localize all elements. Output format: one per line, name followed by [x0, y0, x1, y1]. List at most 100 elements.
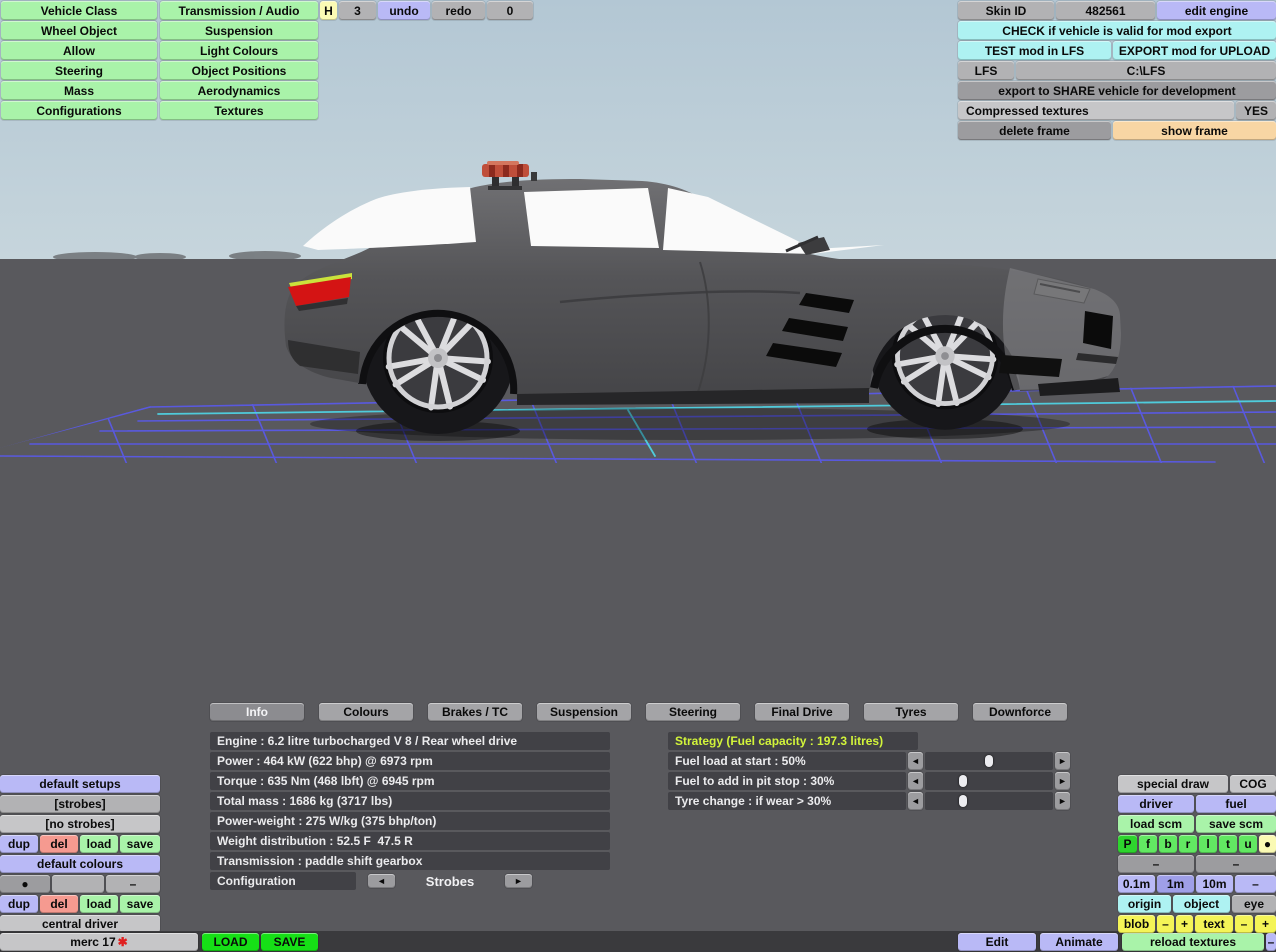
- draw-flag-t[interactable]: t: [1219, 835, 1237, 853]
- lfs-path[interactable]: C:\LFS: [1016, 61, 1276, 80]
- blob-minus-button[interactable]: –: [1157, 915, 1174, 933]
- compressed-textures-toggle[interactable]: YES: [1236, 101, 1276, 120]
- draw-flag-b[interactable]: b: [1159, 835, 1177, 853]
- grid-step-0-1m[interactable]: 0.1m: [1118, 875, 1155, 893]
- load-button[interactable]: LOAD: [202, 933, 259, 951]
- redo-button[interactable]: redo: [432, 1, 485, 20]
- setup-save-button[interactable]: save: [120, 835, 160, 853]
- check-vehicle-button[interactable]: CHECK if vehicle is valid for mod export: [958, 21, 1276, 40]
- colour-slot-empty[interactable]: [52, 875, 104, 893]
- load-scm-button[interactable]: load scm: [1118, 815, 1194, 833]
- fuel-add-increase-button[interactable]: ►: [1055, 772, 1070, 790]
- setup-load-button[interactable]: load: [80, 835, 118, 853]
- configuration-prev-button[interactable]: ◄: [368, 874, 395, 888]
- show-frame-button[interactable]: show frame: [1113, 121, 1276, 140]
- edit-mode-button[interactable]: Edit: [958, 933, 1036, 951]
- bottom-dash-button[interactable]: –: [1266, 933, 1276, 951]
- viewport-3d[interactable]: [0, 0, 1276, 952]
- setup-slot-strobes[interactable]: [strobes]: [0, 795, 160, 813]
- text-plus-button[interactable]: +: [1255, 915, 1276, 933]
- colour-save-button[interactable]: save: [120, 895, 160, 913]
- dash-left-button[interactable]: –: [1118, 855, 1194, 873]
- fuel-button[interactable]: fuel: [1196, 795, 1276, 813]
- grid-step-dash[interactable]: –: [1235, 875, 1276, 893]
- cog-button[interactable]: COG: [1230, 775, 1276, 793]
- fuel-add-slider-thumb[interactable]: [959, 775, 968, 787]
- tab-info[interactable]: Info: [210, 703, 304, 721]
- setup-del-button[interactable]: del: [40, 835, 78, 853]
- eye-button[interactable]: eye: [1232, 895, 1276, 913]
- origin-button[interactable]: origin: [1118, 895, 1171, 913]
- tab-suspension[interactable]: Suspension: [537, 703, 631, 721]
- tab-tyres[interactable]: Tyres: [864, 703, 958, 721]
- menu-steering[interactable]: Steering: [1, 61, 157, 80]
- fuel-load-slider-thumb[interactable]: [985, 755, 993, 767]
- save-scm-button[interactable]: save scm: [1196, 815, 1276, 833]
- vehicle-name-field[interactable]: merc 17 ✱: [0, 933, 198, 951]
- setup-slot-no-strobes[interactable]: [no strobes]: [0, 815, 160, 833]
- draw-flag-dot[interactable]: ●: [1259, 835, 1276, 853]
- grid-step-10m[interactable]: 10m: [1196, 875, 1233, 893]
- lfs-label[interactable]: LFS: [958, 61, 1014, 80]
- colour-load-button[interactable]: load: [80, 895, 118, 913]
- colour-del-button[interactable]: del: [40, 895, 78, 913]
- draw-flag-f[interactable]: f: [1139, 835, 1157, 853]
- edit-engine-button[interactable]: edit engine: [1157, 1, 1276, 20]
- tyre-change-slider-thumb[interactable]: [959, 795, 968, 807]
- export-share-button[interactable]: export to SHARE vehicle for development: [958, 81, 1276, 100]
- draw-flag-r[interactable]: r: [1179, 835, 1197, 853]
- menu-configurations[interactable]: Configurations: [1, 101, 157, 120]
- configuration-next-button[interactable]: ►: [505, 874, 532, 888]
- menu-object-positions[interactable]: Object Positions: [160, 61, 318, 80]
- special-draw-button[interactable]: special draw: [1118, 775, 1228, 793]
- colour-slot-dash[interactable]: –: [106, 875, 160, 893]
- tab-steering[interactable]: Steering: [646, 703, 740, 721]
- setup-dup-button[interactable]: dup: [0, 835, 38, 853]
- skin-id-value[interactable]: 482561: [1056, 1, 1155, 20]
- save-button[interactable]: SAVE: [261, 933, 318, 951]
- colour-dup-button[interactable]: dup: [0, 895, 38, 913]
- undo-button[interactable]: undo: [378, 1, 430, 20]
- tyre-change-increase-button[interactable]: ►: [1055, 792, 1070, 810]
- menu-transmission-audio[interactable]: Transmission / Audio: [160, 1, 318, 20]
- draw-flag-l[interactable]: l: [1199, 835, 1217, 853]
- hotkey-h-button[interactable]: H: [320, 1, 337, 20]
- default-colours-button[interactable]: default colours: [0, 855, 160, 873]
- default-setups-button[interactable]: default setups: [0, 775, 160, 793]
- driver-button[interactable]: driver: [1118, 795, 1194, 813]
- object-button[interactable]: object: [1173, 895, 1230, 913]
- menu-vehicle-class[interactable]: Vehicle Class: [1, 1, 157, 20]
- fuel-add-slider[interactable]: [925, 772, 1053, 790]
- delete-frame-button[interactable]: delete frame: [958, 121, 1111, 140]
- animate-mode-button[interactable]: Animate: [1040, 933, 1118, 951]
- menu-mass[interactable]: Mass: [1, 81, 157, 100]
- tab-brakes-tc[interactable]: Brakes / TC: [428, 703, 522, 721]
- grid-step-1m[interactable]: 1m: [1157, 875, 1194, 893]
- colour-slot-current[interactable]: ●: [0, 875, 50, 893]
- menu-suspension[interactable]: Suspension: [160, 21, 318, 40]
- text-minus-button[interactable]: –: [1235, 915, 1253, 933]
- menu-aerodynamics[interactable]: Aerodynamics: [160, 81, 318, 100]
- menu-wheel-object[interactable]: Wheel Object: [1, 21, 157, 40]
- dash-right-button[interactable]: –: [1196, 855, 1276, 873]
- fuel-load-decrease-button[interactable]: ◄: [908, 752, 923, 770]
- blob-button[interactable]: blob: [1118, 915, 1155, 933]
- menu-textures[interactable]: Textures: [160, 101, 318, 120]
- draw-flag-u[interactable]: u: [1239, 835, 1257, 853]
- text-button[interactable]: text: [1195, 915, 1233, 933]
- tab-colours[interactable]: Colours: [319, 703, 413, 721]
- menu-light-colours[interactable]: Light Colours: [160, 41, 318, 60]
- tyre-change-slider[interactable]: [925, 792, 1053, 810]
- export-mod-button[interactable]: EXPORT mod for UPLOAD: [1113, 41, 1276, 60]
- fuel-add-decrease-button[interactable]: ◄: [908, 772, 923, 790]
- fuel-load-increase-button[interactable]: ►: [1055, 752, 1070, 770]
- tyre-change-decrease-button[interactable]: ◄: [908, 792, 923, 810]
- fuel-load-slider[interactable]: [925, 752, 1053, 770]
- reload-textures-button[interactable]: reload textures: [1122, 933, 1264, 951]
- tab-downforce[interactable]: Downforce: [973, 703, 1067, 721]
- menu-allow[interactable]: Allow: [1, 41, 157, 60]
- test-mod-button[interactable]: TEST mod in LFS: [958, 41, 1111, 60]
- draw-flag-P[interactable]: P: [1118, 835, 1137, 853]
- blob-plus-button[interactable]: +: [1176, 915, 1193, 933]
- tab-final-drive[interactable]: Final Drive: [755, 703, 849, 721]
